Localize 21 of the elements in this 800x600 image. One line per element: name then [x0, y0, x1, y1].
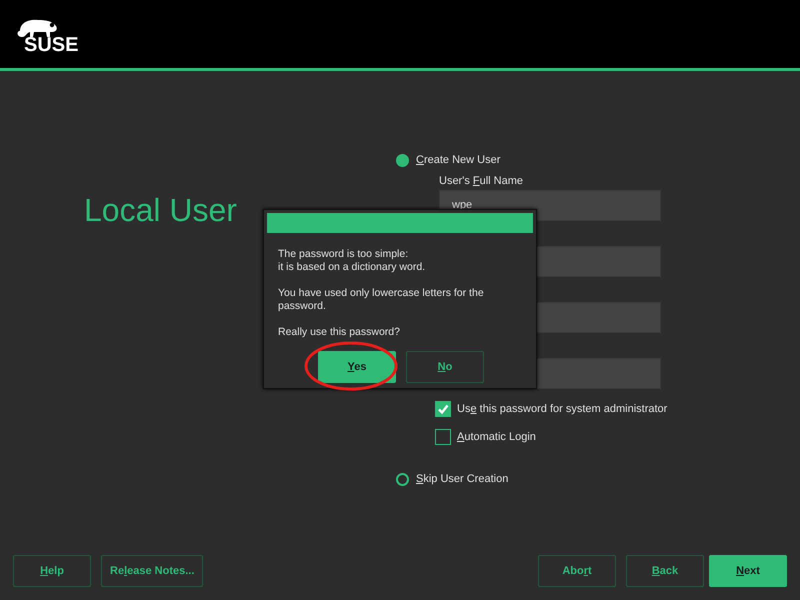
radio-button[interactable]	[396, 154, 409, 166]
checkbox[interactable]	[435, 401, 451, 417]
checkbox-label[interactable]: Use this password for system administrator	[457, 403, 668, 415]
footer-button[interactable]: Help	[13, 555, 91, 587]
footer-button[interactable]: Back	[626, 555, 704, 587]
page-title: Local User	[83, 191, 238, 229]
footer-button[interactable]: Next	[709, 555, 787, 587]
radio-label[interactable]: Create New User	[416, 154, 500, 166]
field-label: User's Full Name	[439, 174, 524, 189]
dialog-message: You have used only lowercase letters for the password.	[278, 287, 485, 313]
dialog-message: Really use this password?	[278, 326, 401, 339]
radio-label[interactable]: Skip User Creation	[416, 473, 508, 485]
footer-button[interactable]: Release Notes...	[101, 555, 204, 587]
dialog-button[interactable]: Yes	[318, 351, 396, 383]
checkbox-label[interactable]: Automatic Login	[457, 431, 536, 443]
footer-button[interactable]: Abort	[538, 555, 616, 587]
checkbox[interactable]	[435, 429, 451, 445]
logo-text: SUSE	[24, 35, 78, 55]
radio-button[interactable]	[396, 472, 409, 486]
dialog-message: The password is too simple: it is based on a dictionary word.	[278, 248, 426, 274]
dialog-button[interactable]: No	[406, 351, 484, 383]
